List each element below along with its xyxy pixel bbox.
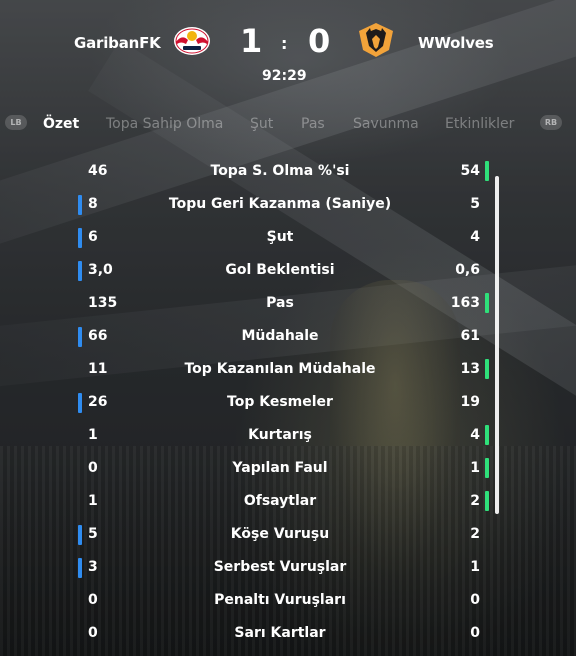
- stat-label: Köşe Vuruşu: [230, 526, 330, 542]
- home-stat-value: 0: [88, 460, 98, 476]
- home-stat-value: 11: [88, 361, 108, 377]
- stat-row: 5 Köşe Vuruşu 2: [0, 518, 576, 551]
- stat-row: 1 Kurtarış 4: [0, 419, 576, 452]
- home-lead-indicator: [78, 558, 82, 578]
- home-stat-value: 66: [88, 328, 108, 344]
- away-lead-indicator: [485, 161, 489, 181]
- stat-label: Top Kesmeler: [227, 394, 333, 410]
- away-stat-value: 4: [470, 229, 480, 245]
- stat-row: 3,0 Gol Beklentisi 0,6: [0, 254, 576, 287]
- away-score: 0: [308, 22, 331, 60]
- away-stat-value: 2: [470, 493, 480, 509]
- away-stat-value: 1: [470, 460, 480, 476]
- stat-label: Yapılan Faul: [232, 460, 328, 476]
- home-stat-value: 0: [88, 625, 98, 641]
- away-stat-value: 4: [470, 427, 480, 443]
- home-lead-indicator: [78, 261, 82, 281]
- stat-label: Müdahale: [241, 328, 319, 344]
- away-stat-value: 0: [470, 592, 480, 608]
- rb-leipzig-crest-icon: [174, 27, 210, 55]
- home-score: 1: [240, 22, 263, 60]
- home-stat-value: 5: [88, 526, 98, 542]
- away-stat-value: 13: [460, 361, 480, 377]
- home-stat-value: 1: [88, 493, 98, 509]
- home-stat-value: 46: [88, 163, 108, 179]
- stat-row: 0 Sarı Kartlar 0: [0, 617, 576, 650]
- stat-label: Top Kazanılan Müdahale: [184, 361, 376, 377]
- tab-defending[interactable]: Savunma: [353, 116, 419, 132]
- away-team-name: WWolves: [418, 34, 494, 52]
- stat-row: 26 Top Kesmeler 19: [0, 386, 576, 419]
- tab-passing[interactable]: Pas: [301, 116, 325, 132]
- home-stat-value: 26: [88, 394, 108, 410]
- scoreboard: GaribanFK 1 : 0 WWolves 92:29: [0, 18, 576, 88]
- stat-label: Serbest Vuruşlar: [213, 559, 347, 575]
- lb-button-icon[interactable]: LB: [5, 115, 27, 130]
- home-lead-indicator: [78, 525, 82, 545]
- stat-label: Gol Beklentisi: [225, 262, 335, 278]
- home-stat-value: 3,0: [88, 262, 113, 278]
- away-stat-value: 2: [470, 526, 480, 542]
- home-stat-value: 8: [88, 196, 98, 212]
- away-stat-value: 54: [460, 163, 480, 179]
- stat-row: 0 Yapılan Faul 1: [0, 452, 576, 485]
- home-lead-indicator: [78, 195, 82, 215]
- home-stat-value: 6: [88, 229, 98, 245]
- stat-label: Pas: [266, 295, 294, 311]
- stat-row: 135 Pas 163: [0, 287, 576, 320]
- tab-summary[interactable]: Özet: [43, 116, 79, 132]
- away-lead-indicator: [485, 293, 489, 313]
- stat-label: Şut: [266, 229, 294, 245]
- score-separator: :: [281, 34, 288, 53]
- away-stat-value: 19: [460, 394, 480, 410]
- stat-label: Ofsaytlar: [243, 493, 317, 509]
- home-stat-value: 135: [88, 295, 118, 311]
- rb-button-icon[interactable]: RB: [540, 115, 562, 130]
- away-stat-value: 0,6: [455, 262, 480, 278]
- stat-row: 46 Topa S. Olma %'si 54: [0, 155, 576, 188]
- home-lead-indicator: [78, 393, 82, 413]
- stat-label: Kurtarış: [248, 427, 312, 443]
- away-lead-indicator: [485, 491, 489, 511]
- stat-row: 11 Top Kazanılan Müdahale 13: [0, 353, 576, 386]
- stat-row: 0 Penaltı Vuruşları 0: [0, 584, 576, 617]
- scrollbar[interactable]: [495, 176, 499, 514]
- away-stat-value: 5: [470, 196, 480, 212]
- tab-possession[interactable]: Topa Sahip Olma: [106, 116, 223, 132]
- away-stat-value: 61: [460, 328, 480, 344]
- match-clock: 92:29: [262, 68, 307, 84]
- tab-events[interactable]: Etkinlikler: [445, 116, 514, 132]
- stat-row: 6 Şut 4: [0, 221, 576, 254]
- away-lead-indicator: [485, 425, 489, 445]
- stat-label: Topu Geri Kazanma (Saniye): [168, 196, 392, 212]
- away-stat-value: 0: [470, 625, 480, 641]
- stat-row: 3 Serbest Vuruşlar 1: [0, 551, 576, 584]
- home-team-name: GaribanFK: [74, 34, 161, 52]
- wolves-crest-icon: [359, 23, 393, 57]
- home-stat-value: 0: [88, 592, 98, 608]
- away-stat-value: 1: [470, 559, 480, 575]
- tab-shots[interactable]: Şut: [250, 116, 273, 132]
- stat-row: 1 Ofsaytlar 2: [0, 485, 576, 518]
- away-lead-indicator: [485, 359, 489, 379]
- home-lead-indicator: [78, 228, 82, 248]
- stat-row: 66 Müdahale 61: [0, 320, 576, 353]
- away-lead-indicator: [485, 458, 489, 478]
- stat-label: Sarı Kartlar: [234, 625, 326, 641]
- stat-label: Topa S. Olma %'si: [210, 163, 350, 179]
- away-stat-value: 163: [450, 295, 480, 311]
- home-stat-value: 1: [88, 427, 98, 443]
- stat-row: 8 Topu Geri Kazanma (Saniye) 5: [0, 188, 576, 221]
- stat-label: Penaltı Vuruşları: [214, 592, 346, 608]
- stat-tabs: LB Özet Topa Sahip Olma Şut Pas Savunma …: [0, 112, 576, 138]
- home-lead-indicator: [78, 327, 82, 347]
- home-stat-value: 3: [88, 559, 98, 575]
